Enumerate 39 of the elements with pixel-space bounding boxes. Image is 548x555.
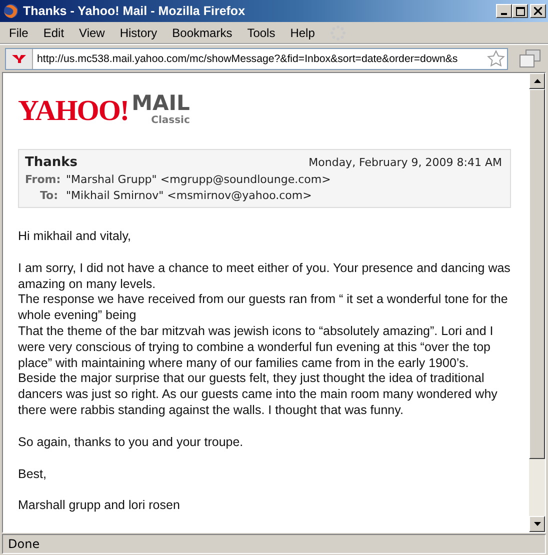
windows-icon[interactable] [518, 48, 542, 68]
maximize-icon [516, 6, 524, 16]
body-paragraph: Hi mikhail and vitaly, [18, 229, 132, 245]
scrollbar[interactable] [529, 73, 545, 532]
close-button[interactable] [530, 4, 546, 18]
body-paragraph: I am sorry, I did not have a chance to meet either of you. Your presence and dancing was amazing on many levels. [18, 260, 511, 292]
body-paragraph: Marshall grupp and lori rosen [18, 498, 181, 514]
recipient: "Mikhail Smirnov" <msmirnov@yahoo.com> [66, 189, 312, 202]
menu-item[interactable]: Tools [241, 26, 284, 40]
menu-item[interactable]: File [3, 26, 38, 40]
status-text: Done [8, 537, 40, 551]
field-label: From: [25, 173, 58, 186]
close-icon [534, 7, 542, 15]
menu-item[interactable]: History [114, 26, 166, 40]
brand-logo: YAHOO! [18, 96, 129, 126]
menu-item[interactable]: Help [284, 26, 324, 40]
field-label: To: [39, 189, 58, 202]
menu-item[interactable]: Bookmarks [166, 26, 242, 40]
message-date: Monday, February 9, 2009 8:41 AM [308, 156, 502, 169]
browser-logo-icon [3, 3, 19, 19]
menu-item[interactable]: View [73, 26, 114, 40]
site-icon [11, 54, 27, 64]
body-paragraph: Beside the major surprise that our guests felt, they just thought the idea of traditional dancers was just so right. As our guests came into the main room many wondered why there were rabbis standing against the walls. I thought that was funny. [18, 371, 498, 419]
window-title: Thanks - Yahoo! Mail - Mozilla Firefox [23, 4, 246, 18]
body-paragraph: Best, [18, 466, 48, 482]
scroll-down-icon [534, 522, 540, 526]
minimize-button[interactable] [496, 4, 512, 18]
message-subject: Thanks [25, 155, 78, 170]
maximize-button[interactable] [512, 4, 528, 18]
bookmark-star-icon[interactable] [487, 50, 505, 68]
menu-item[interactable]: Edit [37, 26, 74, 40]
body-paragraph: The response we have received from our guests ran from “ it set a wonderful tone for the whole evening” being [18, 292, 509, 324]
product-name: MAIL [132, 91, 190, 115]
address-field[interactable]: http://us.mc538.mail.yahoo.com/mc/showMessage?&fid=Inbox&sort=date&order=down&s [5, 48, 508, 70]
edition-label: Classic [151, 115, 190, 126]
body-paragraph: That the theme of the bar mitzvah was jewish icons to “absolutely amazing”. Lori and I were very conscious of trying to combine a wonderful fun evening at this “over the top place” with maintaining where many of our families came from in the early 1900’s. [18, 324, 494, 372]
body-paragraph: So again, thanks to you and your troupe. [18, 434, 244, 451]
sender: "Marshal Grupp" <mgrupp@soundlounge.com> [66, 173, 331, 186]
scroll-up-icon [534, 79, 540, 83]
